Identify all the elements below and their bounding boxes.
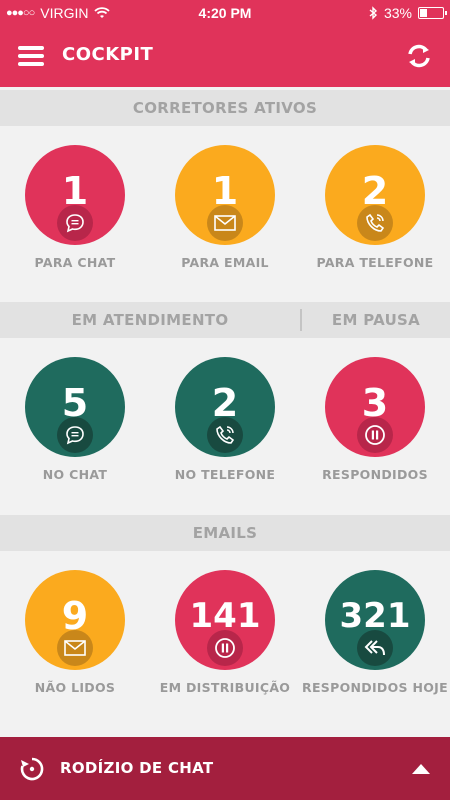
status-bar: ●●●○○ VIRGIN 4:20 PM 33% (0, 0, 450, 27)
page-title: COCKPIT (62, 44, 154, 65)
mail-icon (57, 630, 93, 666)
bottom-bar[interactable]: RODÍZIO DE CHAT (0, 737, 450, 800)
section-title: EMAILS (192, 524, 258, 542)
stat-label: NÃO LIDOS (34, 680, 116, 695)
pause-icon (357, 417, 393, 453)
pause-icon (207, 630, 243, 666)
refresh-icon[interactable] (404, 41, 434, 71)
hamburger-icon[interactable] (18, 46, 44, 66)
stat-label: PARA TELEFONE (316, 255, 434, 270)
battery-percent: 33% (383, 5, 412, 21)
stat-label: EM DISTRIBUIÇÃO (159, 680, 291, 695)
rotate-icon (20, 757, 44, 781)
section-header-atendimento: EM ATENDIMENTO EM PAUSA (0, 302, 450, 338)
section-title-em-atendimento: EM ATENDIMENTO (71, 311, 229, 329)
phone-icon (357, 205, 393, 241)
section-title: CORRETORES ATIVOS (132, 99, 318, 117)
stat-label: NO CHAT (42, 467, 108, 482)
mail-icon (207, 205, 243, 241)
phone-icon (207, 417, 243, 453)
stat-label: PARA EMAIL (181, 255, 269, 270)
battery-icon (418, 7, 447, 19)
stat-label: RESPONDIDOS HOJE (302, 680, 448, 695)
section-header-corretores: CORRETORES ATIVOS (0, 90, 450, 126)
bluetooth-icon (369, 6, 378, 20)
bottom-bar-title: RODÍZIO DE CHAT (60, 759, 214, 777)
status-right: 33% (369, 5, 447, 21)
arrow-up-icon[interactable] (412, 764, 430, 774)
app-bar: COCKPIT (0, 27, 450, 87)
section-title-em-pausa: EM PAUSA (331, 311, 421, 329)
stat-label: PARA CHAT (34, 255, 116, 270)
chat-icon (57, 205, 93, 241)
section-header-emails: EMAILS (0, 515, 450, 551)
stat-label: RESPONDIDOS (322, 467, 428, 482)
reply-all-icon (357, 630, 393, 666)
chat-icon (57, 417, 93, 453)
stat-label: NO TELEFONE (174, 467, 276, 482)
